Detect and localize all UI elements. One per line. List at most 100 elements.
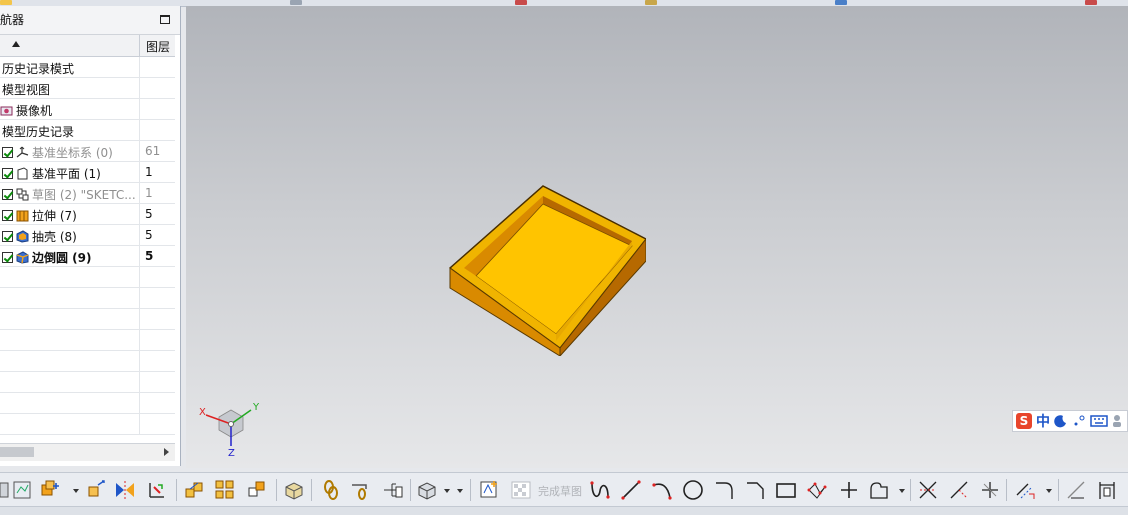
- quick-trim-icon[interactable]: [917, 479, 939, 501]
- sort-ascending-icon[interactable]: [12, 41, 20, 47]
- finish-sketch-label[interactable]: 完成草图: [538, 483, 582, 499]
- quick-extend-icon[interactable]: [948, 479, 970, 501]
- camera-icon: [0, 106, 13, 116]
- navigator-column-header[interactable]: 图层: [0, 35, 175, 57]
- sogou-logo-icon[interactable]: S: [1016, 413, 1032, 429]
- feature-name: 基准坐标系 (0): [32, 146, 113, 160]
- toolbar-separator: [910, 479, 911, 501]
- feature-layer: 5: [145, 207, 153, 221]
- replace-component-icon[interactable]: [246, 479, 268, 501]
- navigator-title: 导航器: [0, 13, 25, 27]
- scroll-right-arrow[interactable]: [164, 448, 169, 456]
- arc-icon[interactable]: [651, 479, 673, 501]
- toolbar-icon-partial[interactable]: [515, 0, 527, 5]
- tree-node-model-history[interactable]: 模型历史记录: [0, 120, 175, 141]
- toolbar-separator: [410, 479, 411, 501]
- finish-sketch-flag-icon[interactable]: [510, 479, 532, 501]
- block-icon[interactable]: [416, 479, 438, 501]
- keyboard-icon[interactable]: [1090, 414, 1108, 428]
- shell-box-model[interactable]: [436, 176, 646, 356]
- layer-column-header[interactable]: 图层: [146, 38, 170, 55]
- ime-language-mode[interactable]: 中: [1036, 411, 1050, 431]
- dimension-icon[interactable]: [1065, 479, 1087, 501]
- polygon-icon[interactable]: [806, 479, 828, 501]
- move-component-icon[interactable]: [86, 479, 108, 501]
- mirror-icon[interactable]: [114, 479, 136, 501]
- visibility-checkbox[interactable]: [2, 210, 13, 221]
- visibility-checkbox[interactable]: [2, 147, 13, 158]
- moon-icon[interactable]: [1054, 414, 1068, 428]
- tree-node-label: 摄像机: [16, 104, 53, 118]
- tree-node-cameras[interactable]: 摄像机: [0, 99, 175, 120]
- profile-icon[interactable]: [589, 479, 611, 501]
- constraint-icon[interactable]: [146, 479, 168, 501]
- point-icon[interactable]: [838, 479, 860, 501]
- feature-name: 抽壳 (8): [32, 230, 77, 244]
- feature-row-datum-plane[interactable]: 基准平面 (1) 1: [0, 162, 175, 183]
- visibility-checkbox[interactable]: [2, 168, 13, 179]
- sketch-tool-icon[interactable]: [478, 479, 500, 501]
- dropdown-arrow-icon[interactable]: [1046, 489, 1052, 493]
- edge-blend-icon: [16, 251, 29, 264]
- toolbar-icon-partial[interactable]: [645, 0, 657, 5]
- visibility-checkbox[interactable]: [2, 189, 13, 200]
- toolbar-icon-partial[interactable]: [835, 0, 847, 5]
- rectangle-icon[interactable]: [775, 479, 797, 501]
- tree-node-label: 历史记录模式: [2, 62, 75, 76]
- feature-row-datum-csys[interactable]: 基准坐标系 (0) 61: [0, 141, 175, 162]
- offset-curve-icon[interactable]: [1014, 479, 1036, 501]
- dropdown-arrow-icon[interactable]: [444, 489, 450, 493]
- feature-name: 拉伸 (7): [32, 209, 77, 223]
- relationship-browser-icon[interactable]: [382, 479, 404, 501]
- empty-row: [0, 267, 175, 288]
- make-corner-icon[interactable]: [979, 479, 1001, 501]
- tool-drawing-icon[interactable]: [12, 479, 34, 501]
- circle-icon[interactable]: [682, 479, 704, 501]
- link-icon[interactable]: [320, 479, 342, 501]
- constraints-icon[interactable]: [1096, 479, 1118, 501]
- toolbar-separator: [311, 479, 312, 501]
- assembly-icon[interactable]: [184, 479, 206, 501]
- column-divider[interactable]: [139, 35, 140, 56]
- line-icon[interactable]: [620, 479, 642, 501]
- toolbar-icon-partial[interactable]: [290, 0, 302, 5]
- tree-node-history-mode[interactable]: 历史记录模式: [0, 57, 175, 78]
- empty-row: [0, 372, 175, 393]
- dropdown-arrow-icon[interactable]: [899, 489, 905, 493]
- exploded-view-icon[interactable]: [283, 479, 305, 501]
- dropdown-arrow-icon[interactable]: [73, 489, 79, 493]
- visibility-checkbox[interactable]: [2, 231, 13, 242]
- wave-link-icon[interactable]: [350, 479, 372, 501]
- maximize-icon[interactable]: [160, 15, 170, 24]
- pattern-component-icon[interactable]: [214, 479, 236, 501]
- feature-row-sketch[interactable]: 草图 (2) "SKETC... 1: [0, 183, 175, 204]
- feature-layer: 1: [145, 186, 153, 200]
- user-icon[interactable]: [1112, 414, 1122, 428]
- feature-row-edge-blend[interactable]: 边倒圆 (9) 5: [0, 246, 175, 267]
- view-triad[interactable]: X Y Z: [196, 396, 266, 456]
- toolbar-icon-partial[interactable]: [0, 0, 12, 5]
- feature-row-shell[interactable]: 抽壳 (8) 5: [0, 225, 175, 246]
- visibility-checkbox[interactable]: [2, 252, 13, 263]
- toolbar-icon-partial[interactable]: [1085, 0, 1097, 5]
- feature-row-extrude[interactable]: 拉伸 (7) 5: [0, 204, 175, 225]
- empty-row: [0, 330, 175, 351]
- feature-layer: 61: [145, 144, 161, 158]
- component-add-icon[interactable]: [40, 479, 62, 501]
- feature-layer: 5: [145, 249, 154, 263]
- chamfer-icon[interactable]: [744, 479, 766, 501]
- fillet-icon[interactable]: [713, 479, 735, 501]
- navigator-tree: 历史记录模式 模型视图 摄像机 模型历史记录 基准坐标系 (0) 61 基准平面…: [0, 57, 175, 435]
- spline-shape-icon[interactable]: [868, 479, 890, 501]
- empty-row: [0, 288, 175, 309]
- graphics-viewport[interactable]: X Y Z S 中: [186, 6, 1128, 468]
- ime-toolbar[interactable]: S 中: [1012, 410, 1128, 432]
- dropdown-arrow-icon[interactable]: [457, 489, 463, 493]
- scrollbar-thumb[interactable]: [0, 447, 34, 457]
- bottom-toolbar: 完成草图: [0, 472, 1128, 507]
- horizontal-scrollbar[interactable]: [0, 443, 175, 461]
- punctuation-icon[interactable]: [1072, 414, 1086, 428]
- part-navigator: 导航器 图层 历史记录模式 模型视图 摄像机 模型历史记录 基准坐标系 (0): [0, 6, 181, 466]
- datum-csys-icon: [16, 146, 29, 158]
- tree-node-model-views[interactable]: 模型视图: [0, 78, 175, 99]
